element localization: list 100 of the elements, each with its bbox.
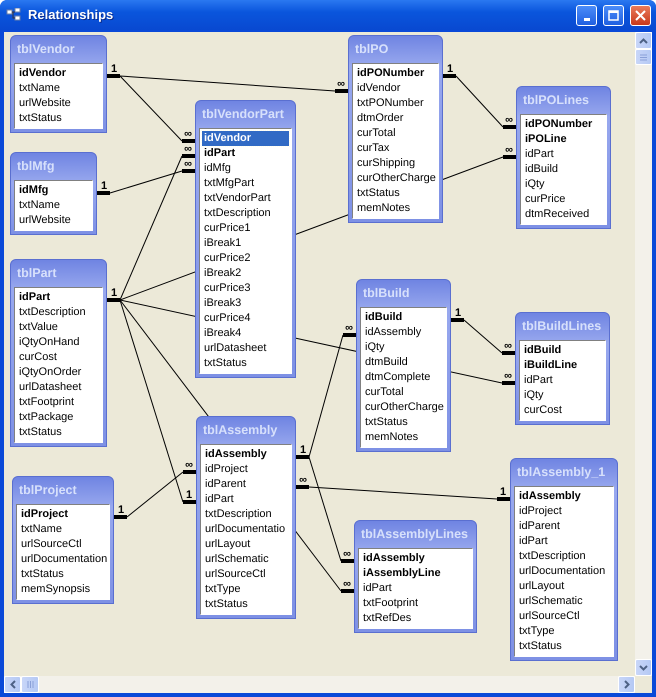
table-box[interactable]: tblAssemblyLines idAssembly iAssemblyLine idPart txtFootprint txtRefDes — [354, 520, 477, 633]
field-item[interactable]: curShipping — [355, 156, 436, 171]
field-item[interactable]: memNotes — [355, 201, 436, 216]
field-item[interactable]: memNotes — [363, 430, 444, 445]
table-box[interactable]: tblAssembly_1 idAssembly idProject idParent idPart txtDescription urlDocumentation urlLayout urlSchematic urlSourceCtl txtType txtStatus — [510, 458, 618, 661]
field-item[interactable]: txtFootprint — [17, 395, 100, 410]
field-item[interactable]: urlSchematic — [517, 594, 611, 609]
field-item[interactable]: curPrice4 — [202, 311, 289, 326]
field-item[interactable]: txtDescription — [203, 507, 289, 522]
field-item[interactable]: curTax — [355, 141, 436, 156]
field-item[interactable]: iBreak2 — [202, 266, 289, 281]
field-item[interactable]: curTotal — [363, 385, 444, 400]
field-item[interactable]: idBuild — [363, 310, 444, 325]
table-box[interactable]: tblBuild idBuild idAssembly iQty dtmBuild dtmComplete curTotal curOtherCharge txtStatus memNotes — [356, 279, 451, 452]
field-item[interactable]: txtRefDes — [361, 611, 470, 626]
relationship-line[interactable] — [296, 485, 510, 501]
relationship-line[interactable] — [451, 318, 515, 355]
field-item[interactable]: txtStatus — [19, 567, 108, 582]
field-item[interactable]: iQty — [523, 177, 604, 192]
field-item[interactable]: idMfg — [17, 183, 90, 198]
field-item[interactable]: idParent — [203, 477, 289, 492]
field-item[interactable]: txtName — [17, 81, 100, 96]
field-item[interactable]: dtmComplete — [363, 370, 444, 385]
scroll-down-button[interactable] — [635, 659, 652, 676]
field-item[interactable]: curTotal — [355, 126, 436, 141]
field-item[interactable]: idPart — [517, 534, 611, 549]
table-box[interactable]: tblPOLines idPONumber iPOLine idPart idBuild iQty curPrice dtmReceived — [516, 86, 611, 229]
field-item[interactable]: memSynopsis — [19, 582, 108, 597]
relationship-line[interactable] — [120, 300, 196, 504]
field-item[interactable]: dtmBuild — [363, 355, 444, 370]
table-box[interactable]: tblBuildLines idBuild iBuildLine idPart iQty curCost — [515, 312, 610, 425]
relationship-line[interactable] — [107, 154, 195, 302]
field-item[interactable]: txtDescription — [17, 305, 100, 320]
field-item[interactable]: idBuild — [522, 343, 603, 358]
field-item[interactable]: idVendor — [17, 66, 100, 81]
field-item[interactable]: txtVendorPart — [202, 191, 289, 206]
relationship-line[interactable] — [443, 74, 516, 129]
table-box[interactable]: tblProject idProject txtName urlSourceCtl urlDocumentation txtStatus memSynopsis — [12, 476, 114, 604]
field-item[interactable]: iAssemblyLine — [361, 566, 470, 581]
field-item[interactable]: txtType — [517, 624, 611, 639]
field-item[interactable]: txtType — [203, 582, 289, 597]
field-item[interactable]: urlDocumentation — [19, 552, 108, 567]
field-item[interactable]: iQty — [363, 340, 444, 355]
scroll-thumb[interactable] — [635, 49, 652, 65]
field-item[interactable]: curCost — [17, 350, 100, 365]
field-item[interactable]: idMfg — [202, 161, 289, 176]
field-item[interactable]: idProject — [203, 462, 289, 477]
scroll-right-button[interactable] — [618, 676, 635, 693]
table-box[interactable]: tblAssembly idAssembly idProject idParent idPart txtDescription urlDocumentatio urlLayout urlSchematic urlSourceCtl txtType txtStatus — [196, 416, 296, 619]
field-item[interactable]: dtmOrder — [355, 111, 436, 126]
field-item[interactable]: idPart — [361, 581, 470, 596]
table-box[interactable]: tblPart idPart txtDescription txtValue iQtyOnHand curCost iQtyOnOrder urlDatasheet txtFootprint txtPackage txtStatus — [10, 259, 107, 447]
field-item[interactable]: urlSchematic — [203, 552, 289, 567]
field-item[interactable]: idPart — [522, 373, 603, 388]
field-item[interactable]: iBreak4 — [202, 326, 289, 341]
field-item[interactable]: txtStatus — [355, 186, 436, 201]
field-item[interactable]: iBuildLine — [522, 358, 603, 373]
field-item[interactable]: idParent — [517, 519, 611, 534]
table-box[interactable]: tblVendorPart idVendor idPart idMfg txtMfgPart txtVendorPart txtDescription curPrice1 iBreak1 curPrice2 iBreak2 curPrice3 iBreak3 curPrice4 iBreak4 urlDatasheet txtStatus — [195, 100, 296, 378]
field-item[interactable]: txtName — [19, 522, 108, 537]
field-item[interactable]: idVendor — [202, 131, 289, 146]
field-item[interactable]: urlSourceCtl — [517, 609, 611, 624]
field-item[interactable]: iQty — [522, 388, 603, 403]
field-item[interactable]: iBreak1 — [202, 236, 289, 251]
field-item[interactable]: idAssembly — [203, 447, 289, 462]
field-item[interactable]: idAssembly — [361, 551, 470, 566]
field-item[interactable]: idProject — [19, 507, 108, 522]
field-item[interactable]: idPart — [203, 492, 289, 507]
scroll-up-button[interactable] — [635, 32, 652, 49]
field-item[interactable]: curPrice — [523, 192, 604, 207]
field-item[interactable]: idPart — [523, 147, 604, 162]
field-item[interactable]: idVendor — [355, 81, 436, 96]
field-item[interactable]: curOtherCharge — [355, 171, 436, 186]
field-item[interactable]: txtName — [17, 198, 90, 213]
field-item[interactable]: txtStatus — [202, 356, 289, 371]
field-item[interactable]: txtStatus — [363, 415, 444, 430]
field-item[interactable]: idPONumber — [355, 66, 436, 81]
field-item[interactable]: idPart — [202, 146, 289, 161]
relationship-line[interactable] — [296, 333, 356, 459]
field-item[interactable]: dtmReceived — [523, 207, 604, 222]
field-item[interactable]: txtMfgPart — [202, 176, 289, 191]
field-item[interactable]: idPONumber — [523, 117, 604, 132]
field-item[interactable]: curOtherCharge — [363, 400, 444, 415]
relationship-line[interactable] — [120, 76, 348, 93]
field-item[interactable]: idAssembly — [363, 325, 444, 340]
field-item[interactable]: urlWebsite — [17, 213, 90, 228]
field-item[interactable]: txtStatus — [517, 639, 611, 654]
scroll-left-button[interactable] — [4, 676, 21, 693]
field-item[interactable]: idAssembly — [517, 489, 611, 504]
field-item[interactable]: urlDatasheet — [202, 341, 289, 356]
relationship-line[interactable] — [114, 470, 196, 519]
field-item[interactable]: txtValue — [17, 320, 100, 335]
field-item[interactable]: txtStatus — [17, 111, 100, 126]
field-item[interactable]: idBuild — [523, 162, 604, 177]
field-item[interactable]: txtPackage — [17, 410, 100, 425]
field-item[interactable]: curPrice2 — [202, 251, 289, 266]
field-item[interactable]: idProject — [517, 504, 611, 519]
scroll-thumb[interactable] — [21, 676, 39, 693]
vertical-scrollbar[interactable] — [635, 32, 652, 676]
close-button[interactable] — [630, 4, 651, 26]
